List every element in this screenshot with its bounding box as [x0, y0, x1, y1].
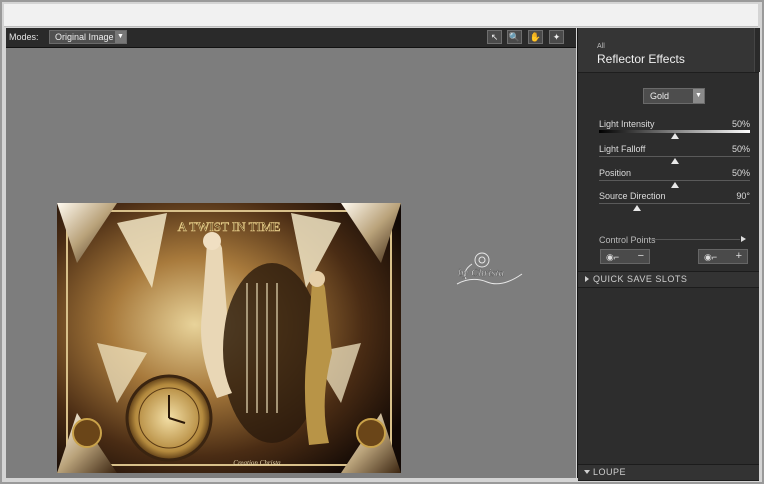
slider-source-direction[interactable]: Source Direction 90°: [599, 191, 750, 213]
minus-icon: −: [637, 250, 644, 262]
artwork-title: A TWIST IN TIME: [178, 219, 281, 234]
slider-thumb[interactable]: [671, 133, 679, 139]
control-points-label: Control Points: [599, 235, 656, 245]
preset-select[interactable]: Gold ▼: [643, 88, 705, 104]
slider-value: 50%: [731, 168, 750, 178]
modes-label: Modes:: [9, 32, 39, 42]
expand-arrow-icon[interactable]: [741, 236, 746, 242]
title-bar: [4, 4, 758, 27]
section-title: QUICK SAVE SLOTS: [593, 274, 688, 284]
zoom-icon[interactable]: 🔍: [507, 30, 522, 44]
slider-value: 90°: [736, 191, 750, 201]
slider-light-falloff[interactable]: Light Falloff 50%: [599, 144, 750, 166]
slider-thumb[interactable]: [633, 205, 641, 211]
slider-light-intensity[interactable]: Light Intensity 50%: [599, 119, 750, 141]
remove-control-point-button[interactable]: ◉⌐ −: [600, 249, 650, 264]
expand-arrow-icon: [585, 276, 589, 282]
light-icon[interactable]: ✦: [549, 30, 564, 44]
section-title: LOUPE: [593, 467, 627, 477]
chevron-down-icon[interactable]: ▼: [115, 31, 126, 43]
plus-icon: +: [735, 250, 742, 262]
slider-value: 50%: [731, 119, 750, 129]
mode-toolbar: Modes: Original Image ▼ ↖ 🔍 ✋ ✦: [6, 28, 576, 48]
slider-track[interactable]: [599, 180, 750, 181]
preview-image: A TWIST IN TIME Creation Christa: [57, 203, 401, 473]
slider-value: 50%: [731, 144, 750, 154]
panel-title: Reflector Effects: [597, 52, 685, 66]
modes-select[interactable]: Original Image ▼: [49, 30, 127, 44]
slider-label: Light Intensity: [599, 119, 655, 129]
slider-label: Source Direction: [599, 191, 666, 201]
quick-save-slots-section[interactable]: QUICK SAVE SLOTS: [578, 271, 759, 288]
slider-thumb[interactable]: [671, 182, 679, 188]
loupe-section[interactable]: LOUPE: [578, 464, 759, 481]
slider-position[interactable]: Position 50%: [599, 168, 750, 190]
control-point-icon: ◉⌐: [606, 252, 620, 262]
panel-header: All Reflector Effects: [578, 28, 760, 73]
watermark-text: by Christa: [458, 267, 505, 279]
artwork-signature: Creation Christa: [233, 459, 281, 467]
arrow-pointer-icon[interactable]: ↖: [487, 30, 502, 44]
slider-label: Light Falloff: [599, 144, 646, 154]
add-control-point-button[interactable]: ◉⌐ +: [698, 249, 748, 264]
collapse-arrow-icon: [584, 470, 590, 474]
chevron-down-icon[interactable]: ▼: [693, 89, 704, 103]
slider-label: Position: [599, 168, 632, 178]
panel-edge-tab[interactable]: [754, 28, 760, 72]
divider: [650, 239, 740, 240]
control-point-icon: ◉⌐: [704, 252, 718, 262]
slider-track[interactable]: [599, 156, 750, 157]
slider-track[interactable]: [599, 203, 750, 204]
hand-icon[interactable]: ✋: [528, 30, 543, 44]
preset-value: Gold: [650, 91, 670, 101]
filter-panel: All Reflector Effects Gold ▼ Light Inten…: [577, 28, 760, 481]
watermark-signature: by Christa: [452, 246, 526, 290]
modes-select-value: Original Image: [55, 32, 114, 42]
breadcrumb[interactable]: All: [597, 43, 605, 50]
artwork-illustration: A TWIST IN TIME Creation Christa: [57, 203, 401, 473]
slider-thumb[interactable]: [671, 158, 679, 164]
